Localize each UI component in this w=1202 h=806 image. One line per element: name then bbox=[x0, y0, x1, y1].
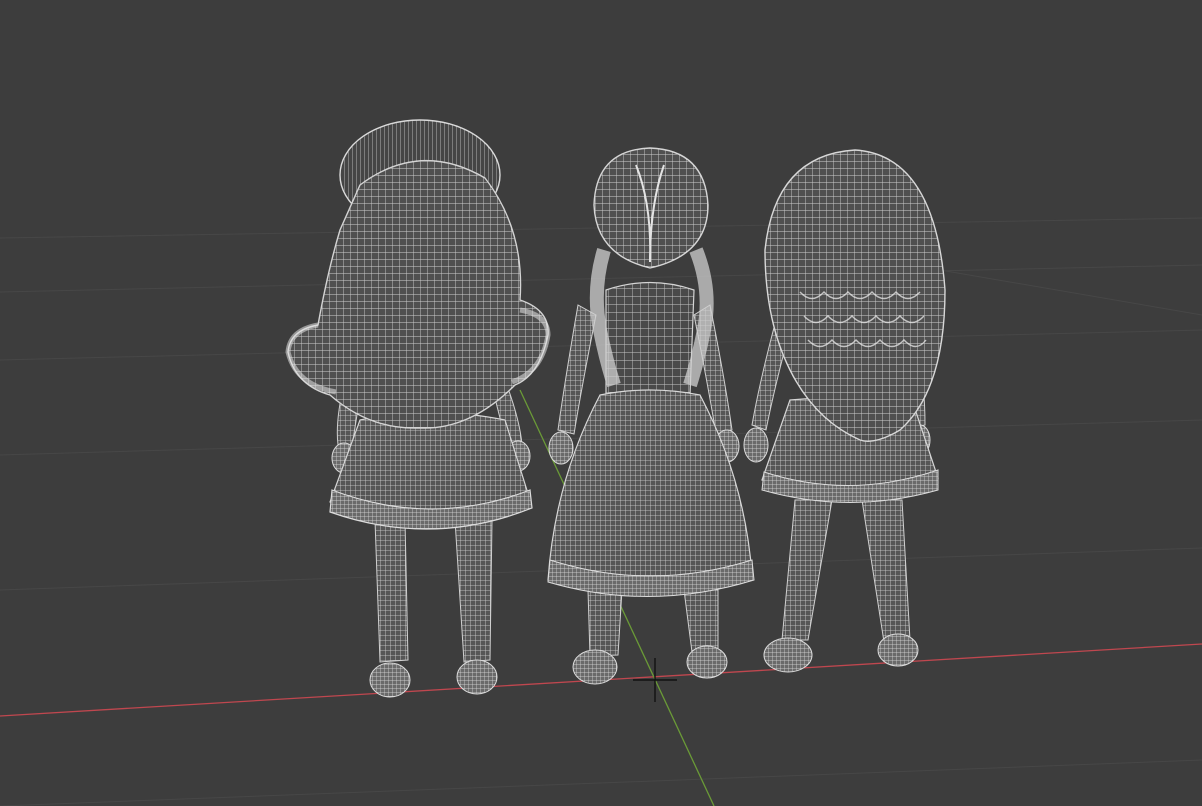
shoe-left bbox=[369, 662, 411, 698]
hand-left bbox=[743, 427, 769, 463]
hand-left bbox=[548, 431, 574, 465]
doll-with-bonnet[interactable] bbox=[285, 119, 551, 698]
3d-viewport[interactable] bbox=[0, 0, 1202, 806]
shoe-right bbox=[877, 633, 919, 667]
leg-right bbox=[861, 499, 911, 643]
leg-left bbox=[587, 589, 623, 657]
leg-right bbox=[454, 519, 493, 663]
leg-left bbox=[374, 519, 409, 663]
hair-mass bbox=[764, 149, 946, 442]
leg-left bbox=[781, 499, 833, 641]
shoe-left bbox=[572, 649, 618, 685]
shoe-left bbox=[763, 637, 813, 673]
3d-cursor-icon[interactable] bbox=[633, 658, 677, 702]
shoe-right bbox=[686, 645, 728, 679]
viewport-canvas[interactable] bbox=[0, 0, 1202, 806]
shoe-right bbox=[456, 659, 498, 695]
doll-with-long-hair[interactable] bbox=[743, 149, 946, 673]
leg-right bbox=[683, 589, 719, 653]
